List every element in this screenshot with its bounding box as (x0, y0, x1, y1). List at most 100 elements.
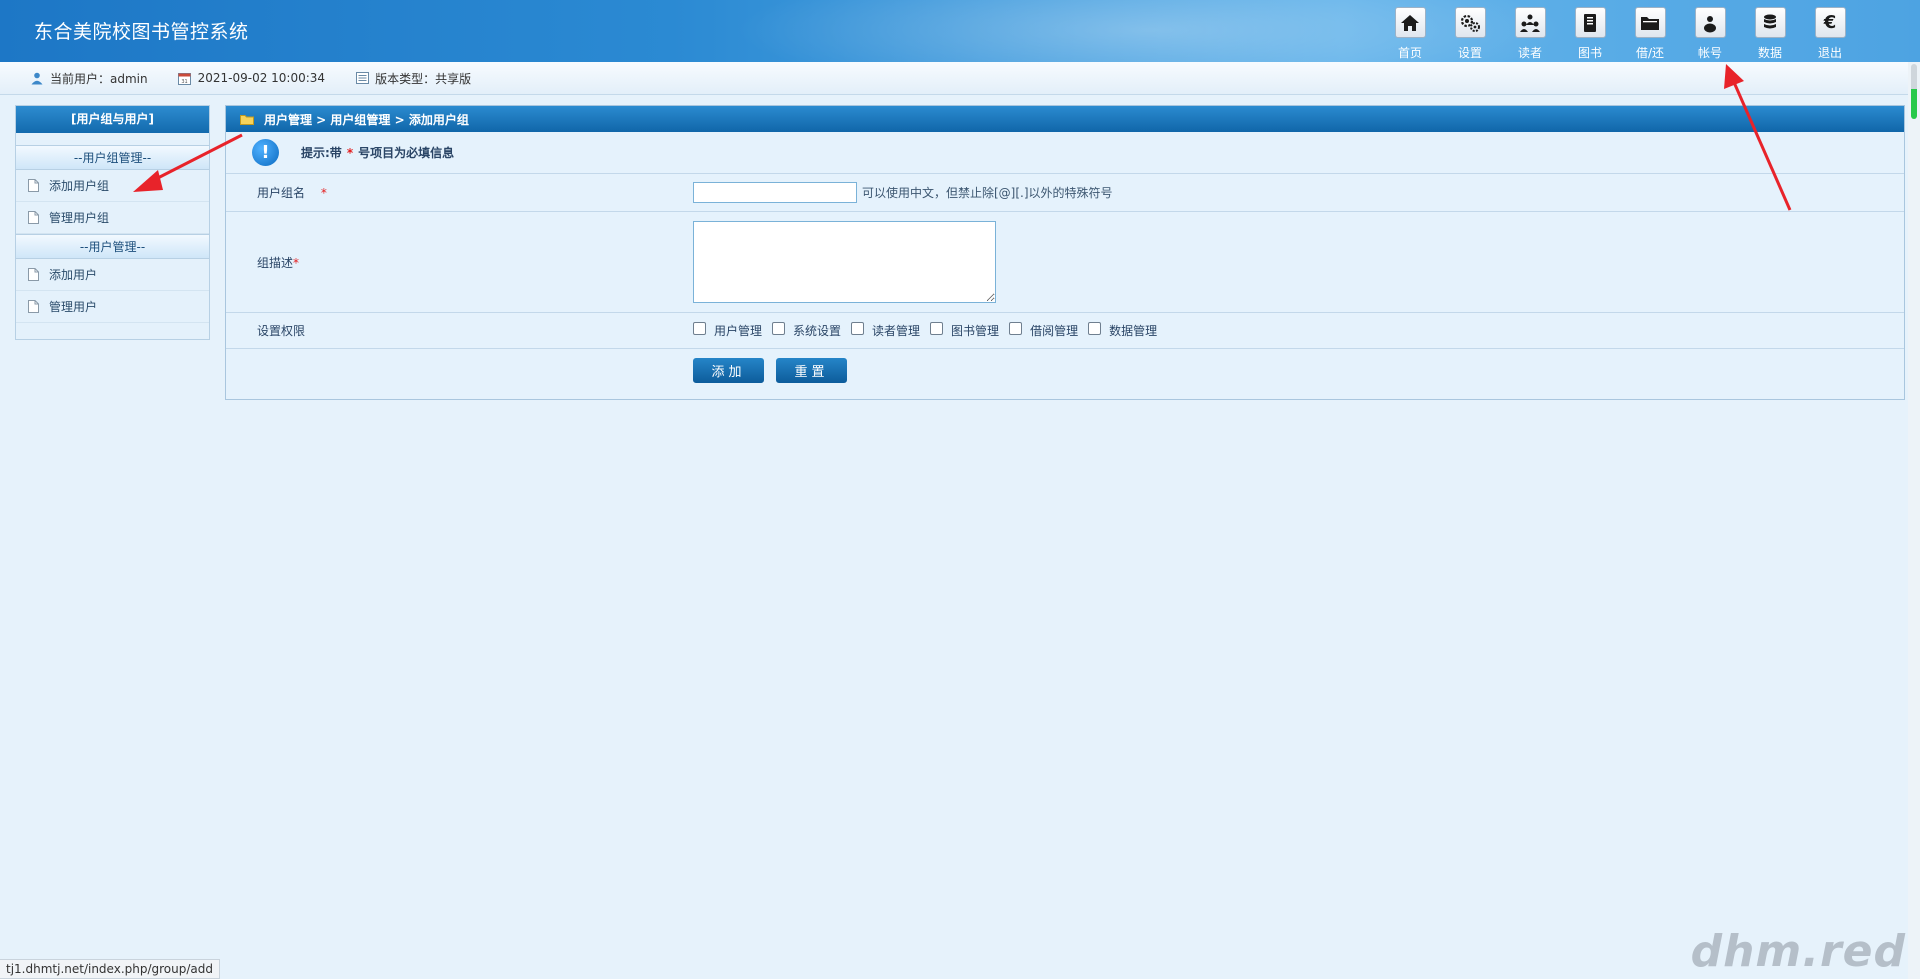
permissions-field-cell: 用户管理 系统设置 读者管理 图书管理 借阅管理 数据管理 (693, 322, 1904, 339)
sidebar-item-add-user[interactable]: 添加用户 (16, 259, 209, 291)
perm-data-management[interactable]: 数据管理 (1088, 322, 1157, 339)
current-user: 当前用户：admin (30, 70, 148, 87)
perm-label: 图书管理 (951, 324, 1000, 338)
nav-label: 帐号 (1697, 46, 1722, 60)
watermark: dhm.red (1690, 926, 1906, 977)
perm-system-settings[interactable]: 系统设置 (772, 322, 841, 339)
section-user-management[interactable]: --用户管理-- (16, 234, 209, 259)
version-text: 版本类型：共享版 (375, 71, 472, 86)
group-name-input[interactable] (693, 182, 857, 203)
group-name-label: 用户组名 (257, 186, 306, 200)
nav-data[interactable]: 数据 (1740, 7, 1800, 61)
sidebar-item-add-group[interactable]: 添加用户组 (16, 170, 209, 202)
description-field-cell (693, 221, 1904, 303)
nav-logout[interactable]: € 退出 (1800, 7, 1860, 61)
group-name-hint: 可以使用中文，但禁止除[@][.]以外的特殊符号 (862, 186, 1113, 200)
sidebar-title[interactable]: [用户组与用户] (16, 106, 209, 133)
document-icon (28, 268, 39, 281)
required-mark: * (293, 255, 300, 270)
top-nav: 首页 设置 读者 图书 借/还 帐号 数据 € 退出 (1380, 7, 1860, 61)
breadcrumb: 用户管理 > 用户组管理 > 添加用户组 (226, 106, 1904, 132)
description-textarea[interactable] (693, 221, 996, 303)
calendar-icon: 31 (178, 71, 192, 85)
account-icon (1694, 7, 1726, 38)
nav-label: 读者 (1517, 46, 1542, 60)
info-bar: 当前用户：admin 31 2021-09-02 10:00:34 版本类型：共… (0, 62, 1920, 95)
required-mark: * (320, 186, 327, 200)
row-group-name: 用户组名 * 可以使用中文，但禁止除[@][.]以外的特殊符号 (226, 174, 1904, 212)
perm-label: 系统设置 (793, 324, 842, 338)
sidebar-item-label: 管理用户组 (49, 211, 110, 225)
sidebar-item-manage-groups[interactable]: 管理用户组 (16, 202, 209, 234)
tip-suffix: 号项目为必填信息 (358, 146, 455, 160)
document-icon (28, 300, 39, 313)
home-icon (1394, 7, 1426, 38)
app-title: 东合美院校图书管控系统 (34, 21, 249, 43)
gears-icon (1454, 7, 1486, 38)
readers-icon (1514, 7, 1546, 38)
datetime-text: 2021-09-02 10:00:34 (197, 71, 326, 85)
checkbox[interactable] (1088, 322, 1102, 335)
svg-text:31: 31 (181, 79, 187, 85)
perm-label: 用户管理 (714, 324, 763, 338)
list-icon (355, 71, 369, 85)
folder-icon (240, 114, 254, 125)
checkbox[interactable] (1009, 322, 1023, 335)
perm-book-management[interactable]: 图书管理 (930, 322, 999, 339)
sidebar: [用户组与用户] --用户组管理-- 添加用户组 管理用户组 --用户管理-- … (15, 105, 210, 340)
euro-icon: € (1814, 7, 1846, 38)
perm-label: 借阅管理 (1030, 324, 1079, 338)
scroll-thumb[interactable] (1911, 64, 1917, 119)
folder-icon (1634, 7, 1666, 38)
section-group-management[interactable]: --用户组管理-- (16, 145, 209, 170)
main-panel: 用户管理 > 用户组管理 > 添加用户组 ! 提示:带 * 号项目为必填信息 用… (225, 105, 1905, 400)
nav-home[interactable]: 首页 (1380, 7, 1440, 61)
group-name-field-cell: 可以使用中文，但禁止除[@][.]以外的特殊符号 (693, 182, 1904, 203)
nav-label: 首页 (1397, 46, 1422, 60)
group-name-label-cell: 用户组名 * (226, 184, 693, 201)
user-icon (30, 71, 44, 85)
row-permissions: 设置权限 用户管理 系统设置 读者管理 图书管理 借阅管理 数据管理 (226, 313, 1904, 349)
perm-label: 读者管理 (872, 324, 921, 338)
sidebar-item-label: 添加用户 (49, 268, 98, 282)
perm-reader-management[interactable]: 读者管理 (851, 322, 920, 339)
checkbox[interactable] (772, 322, 786, 335)
checkbox[interactable] (851, 322, 865, 335)
database-icon (1754, 7, 1786, 38)
sidebar-item-label: 添加用户组 (49, 179, 110, 193)
nav-label: 数据 (1757, 46, 1782, 60)
top-header: 东合美院校图书管控系统 首页 设置 读者 图书 借/还 帐号 数据 € 退出 (0, 0, 1920, 62)
sidebar-item-manage-users[interactable]: 管理用户 (16, 291, 209, 323)
book-icon (1574, 7, 1606, 38)
actions-cell: 添加 重置 (693, 357, 1904, 383)
nav-label: 设置 (1457, 46, 1482, 60)
row-description: 组描述* (226, 212, 1904, 313)
perm-borrow-management[interactable]: 借阅管理 (1009, 322, 1078, 339)
required-tip: ! 提示:带 * 号项目为必填信息 (226, 132, 1904, 174)
nav-label: 图书 (1577, 46, 1602, 60)
row-actions: 添加 重置 (226, 349, 1904, 391)
permissions-label: 设置权限 (257, 324, 306, 338)
add-button[interactable]: 添加 (693, 357, 764, 383)
version-type: 版本类型：共享版 (355, 70, 471, 87)
sidebar-item-label: 管理用户 (49, 300, 98, 314)
description-label: 组描述 (257, 255, 294, 270)
checkbox[interactable] (693, 322, 706, 335)
nav-borrow-return[interactable]: 借/还 (1620, 7, 1680, 61)
info-icon: ! (252, 139, 279, 166)
permissions-label-cell: 设置权限 (226, 322, 693, 339)
nav-settings[interactable]: 设置 (1440, 7, 1500, 61)
nav-readers[interactable]: 读者 (1500, 7, 1560, 61)
status-url: tj1.dhmtj.net/index.php/group/add (0, 959, 220, 979)
checkbox[interactable] (930, 322, 944, 335)
page-scrollbar[interactable] (1908, 62, 1920, 979)
perm-user-management[interactable]: 用户管理 (693, 322, 762, 339)
tip-star: * (346, 145, 354, 160)
nav-books[interactable]: 图书 (1560, 7, 1620, 61)
description-label-cell: 组描述* (226, 254, 693, 271)
current-user-text: 当前用户：admin (50, 71, 148, 86)
perm-label: 数据管理 (1109, 324, 1158, 338)
nav-label: 退出 (1817, 46, 1842, 60)
reset-button[interactable]: 重置 (776, 357, 847, 383)
nav-account[interactable]: 帐号 (1680, 7, 1740, 61)
